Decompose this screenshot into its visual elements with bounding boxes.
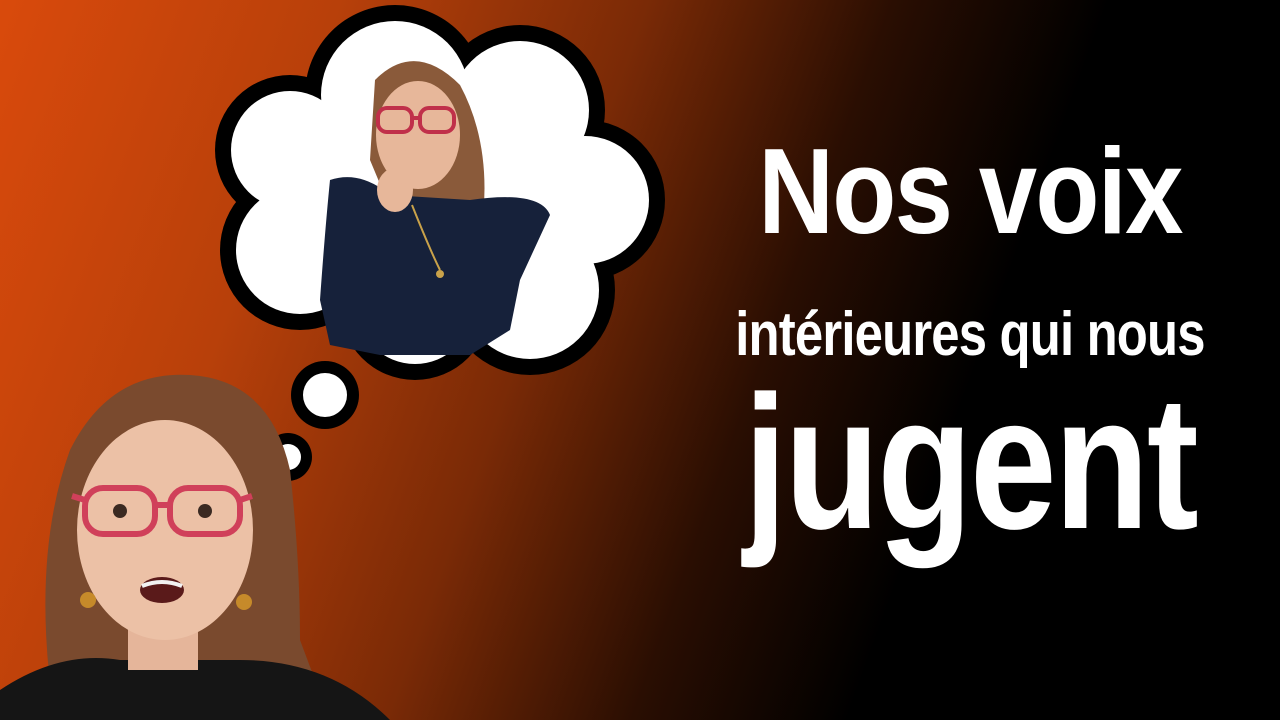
headline-line-3: jugent: [743, 357, 1199, 569]
thumbnail: Nos voix intérieures qui nous jugent: [0, 0, 1280, 720]
headline-line-1: Nos voix: [758, 123, 1183, 259]
headline: Nos voix intérieures qui nous jugent: [680, 130, 1260, 578]
